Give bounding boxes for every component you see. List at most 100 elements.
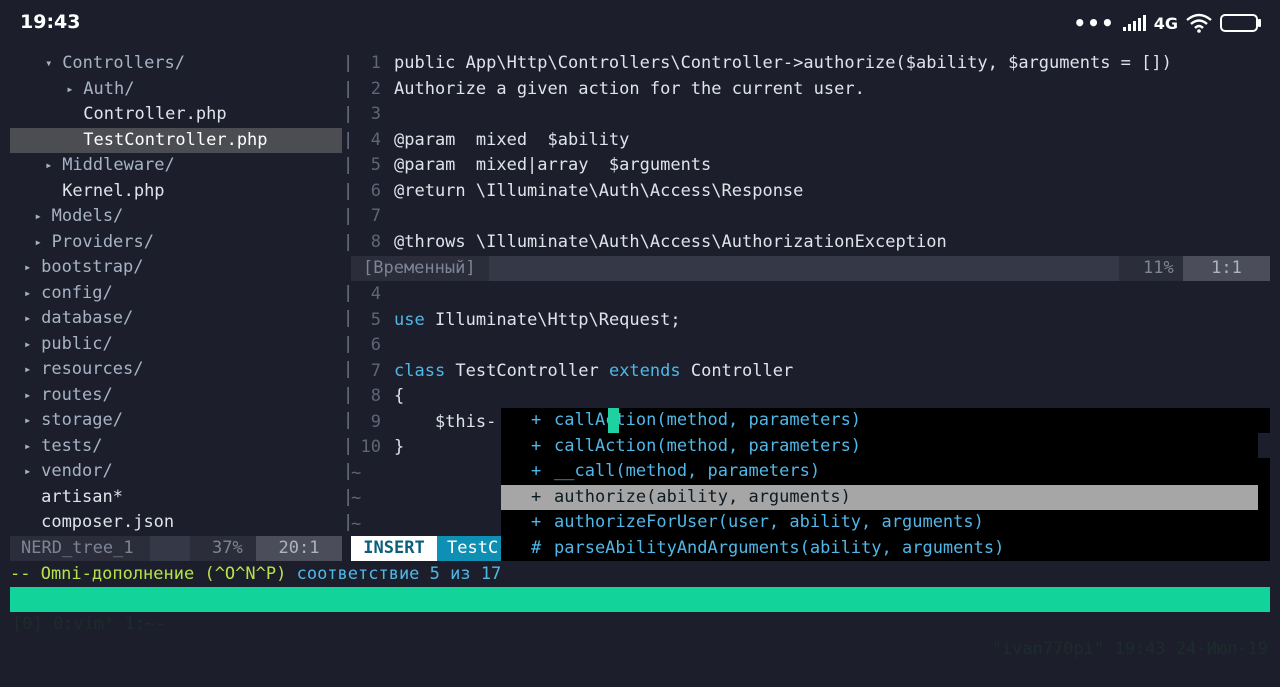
tree-folder-item[interactable]: ▸ resources/	[10, 357, 342, 382]
popup-scrollbar[interactable]	[1258, 433, 1270, 458]
tree-folder-item[interactable]: ▸ Models/	[10, 204, 342, 229]
omni-completion-popup[interactable]: + callAction(method, parameters) + callActi…	[501, 408, 1270, 561]
completion-label: callAction(method, parameters)	[554, 410, 862, 430]
caret-right-icon[interactable]: ▸	[24, 357, 31, 382]
completion-item[interactable]: + authorizeForUser(user, ability, argumen…	[501, 510, 1258, 535]
caret-right-icon[interactable]: ▸	[66, 77, 73, 102]
preview-line: public App\Http\Controllers\Controller->…	[394, 53, 1172, 73]
code-line: $this-	[394, 410, 496, 435]
tree-file-item[interactable]: composer.json	[10, 510, 342, 535]
completion-item[interactable]: # parseAbilityAndArguments(ability, argum…	[501, 536, 1258, 561]
completion-label: __call(method, parameters)	[554, 461, 821, 481]
tree-file-item[interactable]: artisan*	[10, 485, 342, 510]
tree-item-label: Models/	[51, 206, 124, 226]
preview-buffer-name: [Временный]	[363, 258, 476, 278]
tree-folder-item[interactable]: ▸ Auth/	[10, 77, 342, 102]
tree-folder-item[interactable]: ▸ Middleware/	[10, 153, 342, 178]
line-number: 5	[370, 309, 381, 330]
tree-folder-item[interactable]: ▸ vendor/	[10, 459, 342, 484]
completion-label: authorizeForUser(user, ability, argument…	[554, 512, 984, 532]
line-number: 4	[370, 284, 381, 304]
caret-right-icon[interactable]: ▸	[24, 459, 31, 484]
tree-folder-item[interactable]: ▸ bootstrap/	[10, 255, 342, 280]
caret-right-icon[interactable]: ▸	[24, 408, 31, 433]
caret-right-icon[interactable]: ▸	[24, 383, 31, 408]
preview-line: Authorize a given action for the current…	[394, 78, 865, 99]
line-number: 8	[370, 386, 381, 406]
completion-kind: +	[531, 435, 542, 456]
line-number: 10	[360, 437, 381, 457]
caret-right-icon[interactable]: ▸	[24, 434, 31, 459]
line-number: 8	[370, 231, 381, 252]
tmux-window-list[interactable]: [0] 0:vim* 1:~-	[12, 612, 166, 637]
tree-folder-item[interactable]: ▸ storage/	[10, 408, 342, 433]
system-icons: ••• 4G	[1073, 11, 1261, 35]
tree-folder-item[interactable]: ▸ database/	[10, 306, 342, 331]
tree-item-label: config/	[41, 282, 113, 303]
line-number: 5	[370, 155, 381, 175]
vim-command-line: -- Omni-дополнение (^O^N^P) соответствие…	[10, 562, 1270, 587]
tree-folder-item[interactable]: ▸ routes/	[10, 383, 342, 408]
tree-folder-item[interactable]: ▸ Providers/	[10, 230, 342, 255]
line-number: 2	[370, 78, 381, 99]
nerdtree-statusline: NERD_tree_1 37% 20:1	[10, 536, 342, 561]
code-token: TestController	[445, 360, 609, 381]
caret-down-icon[interactable]: ▾	[45, 51, 52, 76]
completion-kind: +	[531, 512, 542, 532]
more-dots-icon: •••	[1073, 11, 1115, 35]
tree-file-item[interactable]: TestController.php	[10, 127, 342, 153]
tmux-status-bar: [0] 0:vim* 1:~- "ivan770pi" 19:43 24-Июл…	[10, 587, 1270, 659]
tree-folder-item[interactable]: ▾ Controllers/	[10, 51, 342, 76]
keyword-token: class	[394, 360, 446, 381]
nerdtree-buffer-name: NERD_tree_1	[21, 538, 134, 558]
completion-label: callAction(method, parameters)	[554, 435, 862, 456]
tree-item-label: Providers/	[51, 231, 154, 252]
tree-item-label: vendor/	[41, 461, 113, 481]
code-line: }	[394, 435, 404, 460]
completion-label: parseAbilityAndArguments(ability, argume…	[554, 537, 1005, 558]
caret-right-icon[interactable]: ▸	[24, 255, 31, 280]
code-token: Controller	[680, 360, 794, 381]
tree-item-label: artisan*	[41, 486, 123, 507]
completion-item[interactable]: + callAction(method, parameters)	[501, 434, 1258, 459]
completion-kind: +	[531, 486, 542, 507]
completion-kind: +	[531, 461, 542, 481]
android-status-bar: 19:43 ••• 4G	[0, 0, 1280, 46]
completion-item[interactable]: + authorize(ability, arguments)	[501, 484, 1258, 510]
caret-right-icon[interactable]: ▸	[24, 306, 31, 331]
caret-right-icon[interactable]: ▸	[24, 281, 31, 306]
caret-right-icon[interactable]: ▸	[35, 230, 42, 255]
nerdtree-percent: 37%	[212, 538, 243, 558]
tree-file-item[interactable]: Kernel.php	[10, 179, 342, 204]
line-number: 6	[370, 335, 381, 355]
line-number: 7	[370, 206, 381, 226]
nerdtree-pane[interactable]: ▾ Controllers/ ▸ Auth/Controller.php TestCon…	[10, 50, 342, 536]
tree-item-label: public/	[41, 333, 113, 354]
tree-item-label: Auth/	[83, 78, 135, 99]
tmux-host-clock: "ivan770pi" 19:43 24-Июл-19	[991, 639, 1268, 659]
tree-item-label: routes/	[41, 384, 113, 405]
caret-right-icon[interactable]: ▸	[45, 153, 52, 178]
caret-right-icon[interactable]: ▸	[24, 332, 31, 357]
tree-item-label: Controller.php	[83, 104, 227, 124]
preview-line: @return \Illuminate\Auth\Access\Response	[394, 180, 804, 201]
text-cursor	[608, 408, 619, 433]
code-token: Illuminate\Http\Request;	[424, 309, 681, 330]
completion-label: authorize(ability, arguments)	[554, 486, 851, 507]
keyword-token: extends	[608, 360, 681, 381]
tree-folder-item[interactable]: ▸ public/	[10, 332, 342, 357]
empty-line-tilde: ~	[351, 488, 362, 508]
tree-file-item[interactable]: Controller.php	[10, 102, 342, 127]
tree-folder-item[interactable]: ▸ tests/	[10, 434, 342, 459]
caret-right-icon[interactable]: ▸	[35, 204, 42, 229]
editor-filename: TestC	[437, 536, 511, 561]
completion-item[interactable]: + __call(method, parameters)	[501, 459, 1258, 484]
tree-item-label: Kernel.php	[62, 180, 165, 201]
network-type-label: 4G	[1153, 13, 1178, 33]
preview-line: @param mixed|array $arguments	[394, 155, 712, 175]
omni-mode-message: -- Omni-дополнение (^O^N^P)	[10, 564, 287, 584]
tree-folder-item[interactable]: ▸ config/	[10, 281, 342, 306]
preview-statusline: [Временный] 11% 1:1	[351, 256, 1270, 281]
terminal-window[interactable]: ▾ Controllers/ ▸ Auth/Controller.php TestCon…	[10, 50, 1270, 659]
wifi-icon	[1186, 13, 1212, 33]
